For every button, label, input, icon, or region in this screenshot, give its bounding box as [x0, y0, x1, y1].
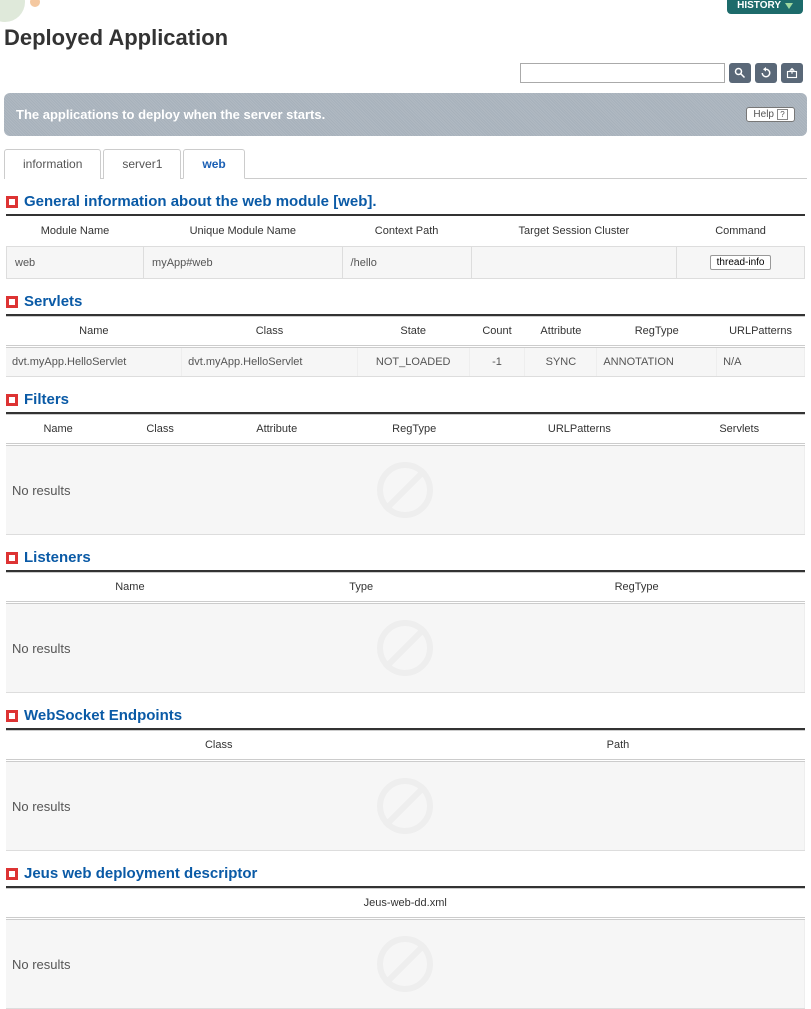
empty-row: No results — [6, 919, 805, 1009]
cell-state: NOT_LOADED — [357, 347, 469, 377]
help-icon: ? — [777, 109, 788, 120]
section-icon — [6, 552, 18, 564]
cell-target-session-cluster — [471, 247, 676, 279]
cell-urlpatterns: N/A — [717, 347, 805, 377]
empty-text: No results — [12, 483, 71, 498]
section-listeners: Listeners Name Type RegType No results — [6, 549, 805, 693]
tab-web[interactable]: web — [183, 149, 244, 179]
reload-icon — [760, 67, 772, 79]
col-file: Jeus-web-dd.xml — [6, 889, 805, 919]
table-row: web myApp#web /hello thread-info — [7, 247, 805, 279]
general-info-table: Module Name Unique Module Name Context P… — [6, 216, 805, 279]
descriptor-table: Jeus-web-dd.xml No results — [6, 888, 805, 1009]
help-label: Help — [753, 109, 774, 120]
section-icon — [6, 394, 18, 406]
col-command: Command — [677, 216, 805, 247]
section-icon — [6, 296, 18, 308]
section-icon — [6, 710, 18, 722]
empty-icon — [377, 778, 433, 834]
tab-server1[interactable]: server1 — [103, 149, 181, 179]
listeners-table: Name Type RegType No results — [6, 572, 805, 693]
col-module-name: Module Name — [7, 216, 144, 247]
section-general-info: General information about the web module… — [6, 193, 805, 279]
tabs: information server1 web — [4, 148, 807, 179]
section-icon — [6, 196, 18, 208]
cell-count: -1 — [469, 347, 525, 377]
cell-attribute: SYNC — [525, 347, 597, 377]
help-button[interactable]: Help ? — [746, 107, 795, 122]
col-type: Type — [254, 573, 469, 603]
empty-icon — [377, 936, 433, 992]
search-button[interactable] — [729, 63, 751, 83]
filters-table: Name Class Attribute RegType URLPatterns… — [6, 414, 805, 535]
section-title-descriptor: Jeus web deployment descriptor — [24, 865, 257, 882]
section-websocket: WebSocket Endpoints Class Path No result… — [6, 707, 805, 851]
empty-text: No results — [12, 641, 71, 656]
reload-button[interactable] — [755, 63, 777, 83]
col-class: Class — [182, 317, 358, 347]
cell-class: dvt.myApp.HelloServlet — [182, 347, 358, 377]
col-regtype: RegType — [597, 317, 717, 347]
col-name: Name — [6, 317, 182, 347]
section-title-listeners: Listeners — [24, 549, 91, 566]
export-icon — [786, 67, 798, 79]
search-input[interactable] — [520, 63, 725, 83]
col-attribute: Attribute — [210, 415, 344, 445]
page-title: Deployed Application — [0, 25, 811, 59]
section-servlets: Servlets Name Class State Count Attribut… — [6, 293, 805, 377]
col-context-path: Context Path — [342, 216, 471, 247]
col-name: Name — [6, 573, 254, 603]
col-urlpatterns: URLPatterns — [717, 317, 805, 347]
deco-circle-large — [0, 0, 25, 22]
col-regtype: RegType — [344, 415, 485, 445]
col-path: Path — [431, 731, 804, 761]
empty-text: No results — [12, 799, 71, 814]
search-icon — [734, 67, 746, 79]
col-attribute: Attribute — [525, 317, 597, 347]
section-icon — [6, 868, 18, 880]
export-button[interactable] — [781, 63, 803, 83]
col-target-session-cluster: Target Session Cluster — [471, 216, 676, 247]
servlets-table: Name Class State Count Attribute RegType… — [6, 316, 805, 377]
history-label: HISTORY — [737, 0, 781, 11]
history-button[interactable]: HISTORY — [727, 0, 803, 14]
col-servlets: Servlets — [674, 415, 805, 445]
col-class: Class — [110, 415, 210, 445]
col-state: State — [357, 317, 469, 347]
empty-text: No results — [12, 957, 71, 972]
description-banner: The applications to deploy when the serv… — [4, 93, 807, 136]
col-urlpatterns: URLPatterns — [485, 415, 674, 445]
section-title-general: General information about the web module… — [24, 193, 377, 210]
col-count: Count — [469, 317, 525, 347]
empty-row: No results — [6, 603, 805, 693]
banner-text: The applications to deploy when the serv… — [16, 107, 325, 122]
section-filters: Filters Name Class Attribute RegType URL… — [6, 391, 805, 535]
websocket-table: Class Path No results — [6, 730, 805, 851]
col-class: Class — [6, 731, 431, 761]
top-decoration: HISTORY — [0, 0, 811, 25]
section-title-filters: Filters — [24, 391, 69, 408]
col-name: Name — [6, 415, 110, 445]
cell-unique-module-name: myApp#web — [144, 247, 343, 279]
section-title-websocket: WebSocket Endpoints — [24, 707, 182, 724]
deco-circle-small — [30, 0, 40, 7]
cell-name: dvt.myApp.HelloServlet — [6, 347, 182, 377]
empty-icon — [377, 620, 433, 676]
empty-row: No results — [6, 445, 805, 535]
cell-context-path: /hello — [342, 247, 471, 279]
empty-icon — [377, 462, 433, 518]
chevron-down-icon — [785, 3, 793, 9]
col-unique-module-name: Unique Module Name — [144, 216, 343, 247]
cell-module-name: web — [7, 247, 144, 279]
col-regtype: RegType — [469, 573, 805, 603]
search-row — [0, 59, 811, 93]
table-row: dvt.myApp.HelloServlet dvt.myApp.HelloSe… — [6, 347, 805, 377]
section-descriptor: Jeus web deployment descriptor Jeus-web-… — [6, 865, 805, 1009]
thread-info-button[interactable]: thread-info — [710, 255, 772, 270]
tab-information[interactable]: information — [4, 149, 101, 179]
section-title-servlets: Servlets — [24, 293, 82, 310]
empty-row: No results — [6, 761, 805, 851]
cell-regtype: ANNOTATION — [597, 347, 717, 377]
